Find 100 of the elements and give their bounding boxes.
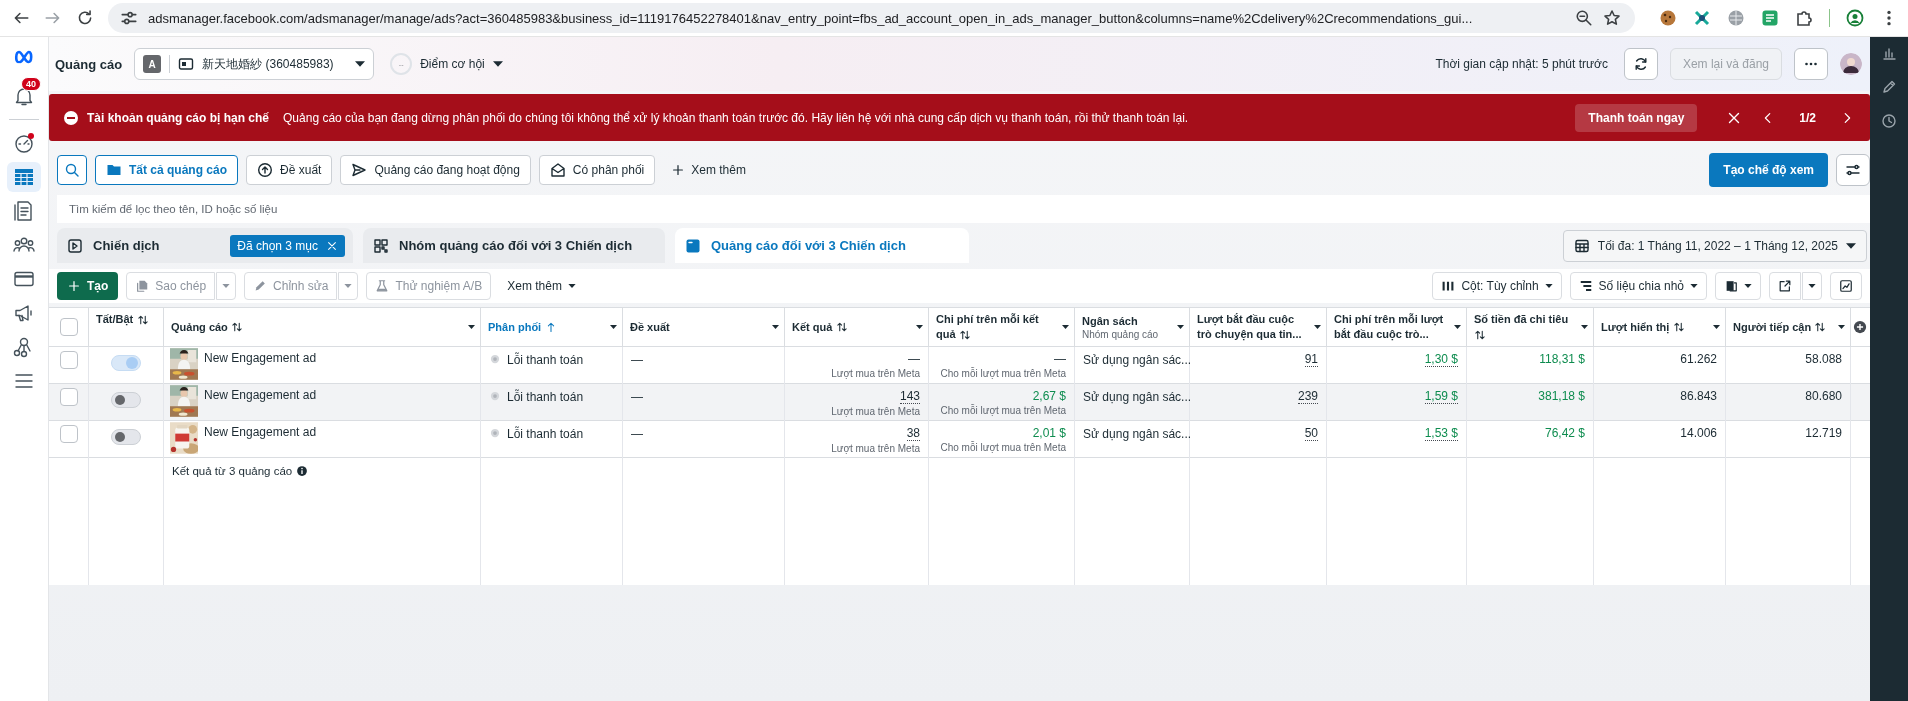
select-all-checkbox[interactable] bbox=[59, 318, 78, 336]
toggle-switch[interactable] bbox=[111, 392, 141, 408]
metric-value[interactable]: 91 bbox=[1304, 352, 1318, 367]
create-button[interactable]: Tạo bbox=[57, 272, 119, 300]
cookie-icon bbox=[1659, 9, 1677, 27]
status-dot-icon bbox=[489, 353, 501, 365]
metric-value[interactable]: 1,53 $ bbox=[1424, 426, 1458, 441]
gauge-icon bbox=[12, 131, 36, 155]
plus-icon bbox=[67, 279, 81, 293]
metric-caption: Lượt mua trên Meta bbox=[831, 406, 920, 417]
arrow-up-circle-icon bbox=[257, 162, 274, 178]
ad-name[interactable]: New Engagement ad bbox=[204, 421, 317, 439]
export-icon bbox=[1778, 279, 1792, 293]
metric-caption: Cho mỗi lượt mua trên Meta bbox=[940, 368, 1066, 379]
avatar[interactable] bbox=[1840, 53, 1862, 75]
column-header[interactable]: Ngân sách Nhóm quảng cáo bbox=[1075, 308, 1190, 346]
caret-icon bbox=[772, 325, 779, 329]
row-checkbox[interactable] bbox=[59, 351, 78, 369]
opportunity-label: Điểm cơ hội bbox=[420, 57, 485, 71]
dropdown-button[interactable] bbox=[1802, 272, 1822, 300]
ad-name[interactable]: New Engagement ad bbox=[204, 347, 317, 365]
metric-value[interactable]: 143 bbox=[899, 389, 920, 404]
book-icon bbox=[1724, 279, 1738, 293]
column-header[interactable]: Lượt hiển thị bbox=[1594, 308, 1726, 346]
status-dot-icon bbox=[489, 427, 501, 439]
bar-chart-icon[interactable] bbox=[1881, 45, 1897, 61]
caret-icon bbox=[1846, 242, 1856, 249]
pencil-icon[interactable] bbox=[1881, 79, 1897, 95]
column-header[interactable]: Kết quả bbox=[785, 308, 929, 346]
refresh-button[interactable] bbox=[1623, 48, 1658, 80]
star-icon bbox=[1603, 9, 1621, 27]
toolbar-icon-button[interactable] bbox=[1769, 272, 1801, 300]
see-more-button[interactable]: Xem thêm bbox=[663, 155, 754, 185]
status-dot-icon bbox=[489, 390, 501, 402]
column-header[interactable]: Tất/Bật bbox=[89, 308, 164, 346]
campaign-icon bbox=[67, 237, 83, 254]
column-header[interactable]: Đề xuất bbox=[623, 308, 785, 346]
column-header[interactable]: Chi phí trên mỗi kết quả bbox=[929, 308, 1075, 346]
pencil-icon bbox=[253, 279, 268, 293]
table-cell: Sử dụng ngân sác... bbox=[1083, 353, 1192, 367]
line-chart-icon bbox=[1839, 279, 1853, 293]
copy-icon bbox=[135, 279, 150, 293]
row-checkbox[interactable] bbox=[59, 388, 78, 406]
filter-tab[interactable]: Quảng cáo đang hoạt động bbox=[340, 155, 531, 185]
caret-icon bbox=[468, 325, 475, 329]
metric-caption: Lượt mua trên Meta bbox=[831, 443, 920, 454]
metric-value: 58.088 bbox=[1805, 352, 1842, 366]
delivery-status: Lỗi thanh toán bbox=[507, 427, 584, 441]
address-text: adsmanager.facebook.com/adsmanager/manage/ads?act=360485983&business_id=1119176452278401&nav_entry_point=fbs_ad_account_open_in_ads_manager_button&columns=name%2Cdelivery%2Crecommendations_gui... bbox=[148, 10, 1473, 26]
metric-value: 14.006 bbox=[1680, 426, 1717, 440]
see-more-button[interactable]: Xem thêm bbox=[499, 271, 584, 301]
caret-icon bbox=[1713, 325, 1720, 329]
level-tab[interactable]: Quảng cáo đối với 3 Chiến dịch bbox=[675, 228, 969, 263]
settings-button[interactable] bbox=[1836, 154, 1870, 186]
clock-icon[interactable] bbox=[1881, 113, 1897, 129]
search-field[interactable]: Tìm kiếm để lọc theo tên, ID hoặc số liệu bbox=[57, 195, 1870, 223]
plus-icon bbox=[671, 163, 686, 177]
level-tab[interactable]: Nhóm quảng cáo đối với 3 Chiến dịch bbox=[363, 228, 665, 263]
ad-name[interactable]: New Engagement ad bbox=[204, 384, 317, 402]
pay-now-button[interactable]: Thanh toán ngay bbox=[1575, 103, 1698, 132]
column-header[interactable]: Quảng cáo bbox=[164, 308, 481, 346]
caret-icon bbox=[355, 61, 366, 67]
level-tab[interactable]: Chiến dịch Đã chọn 3 mục bbox=[57, 228, 353, 263]
column-header[interactable]: Phân phối bbox=[481, 308, 623, 346]
caret-icon bbox=[1177, 325, 1184, 329]
column-header[interactable]: Chi phí trên mỗi lượt bắt đầu cuộc trò... bbox=[1327, 308, 1467, 346]
metric-value[interactable]: 50 bbox=[1304, 426, 1318, 441]
arrows-icon bbox=[1693, 9, 1711, 27]
metric-value[interactable]: 1,59 $ bbox=[1424, 389, 1458, 404]
toolbar-icon-button[interactable] bbox=[1830, 272, 1862, 300]
toggle-switch[interactable] bbox=[111, 355, 141, 371]
metric-value[interactable]: 1,30 $ bbox=[1424, 352, 1458, 367]
filter-tab[interactable]: Đề xuất bbox=[246, 155, 333, 185]
filter-tab[interactable]: Có phân phối bbox=[538, 155, 656, 185]
account-selector[interactable]: A 新天地婚紗 (360485983) bbox=[134, 48, 375, 80]
toolbar-button[interactable]: Số liệu chia nhỏ bbox=[1569, 272, 1707, 300]
column-header[interactable]: Số tiền đã chi tiêu bbox=[1467, 308, 1594, 346]
caret-icon bbox=[610, 325, 617, 329]
date-range-selector[interactable]: Tối đa: 1 Tháng 11, 2022 – 1 Tháng 12, 2025 bbox=[1562, 229, 1867, 262]
search-button[interactable] bbox=[57, 155, 87, 185]
caret-icon bbox=[1808, 284, 1816, 288]
toolbar-button[interactable]: Cột: Tùy chỉnh bbox=[1432, 272, 1562, 300]
create-view-button[interactable]: Tạo chế độ xem bbox=[1709, 153, 1828, 187]
column-header[interactable]: Người tiếp cận bbox=[1726, 308, 1851, 346]
table-cell: Sử dụng ngân sác... bbox=[1083, 390, 1192, 404]
nav-button[interactable] bbox=[7, 162, 41, 192]
caret-icon bbox=[1744, 284, 1752, 288]
row-checkbox[interactable] bbox=[59, 425, 78, 443]
filter-tab[interactable]: Tất cả quảng cáo bbox=[95, 155, 239, 185]
add-column-icon bbox=[1853, 320, 1867, 334]
tune-icon bbox=[120, 9, 138, 27]
metric-value[interactable]: 239 bbox=[1297, 389, 1318, 404]
toggle-switch[interactable] bbox=[111, 429, 141, 445]
page-title: Quảng cáo bbox=[55, 56, 123, 72]
selection-chip[interactable]: Đã chọn 3 mục bbox=[230, 234, 345, 257]
metric-value[interactable]: 38 bbox=[906, 426, 920, 441]
column-header[interactable]: Lượt bắt đầu cuộc trò chuyện qua tin... bbox=[1190, 308, 1327, 346]
table-cell: — bbox=[631, 390, 643, 404]
address-bar[interactable]: adsmanager.facebook.com/adsmanager/manage/ads?act=360485983&business_id=1119176452278401&nav_entry_point=fbs_ad_account_open_in_ads_manager_button&columns=name%2Cdelivery%2Crecommendations_gui... bbox=[108, 3, 1635, 33]
toolbar-icon-button[interactable] bbox=[1715, 272, 1761, 300]
